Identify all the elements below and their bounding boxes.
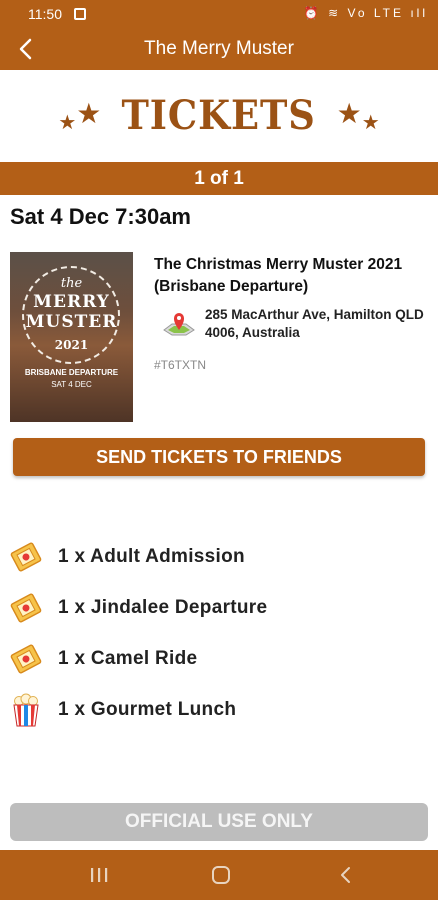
event-image-muster: MUSTER xyxy=(25,312,118,332)
page-title: TICKETS xyxy=(121,91,317,139)
list-item: 1 x Camel Ride xyxy=(10,639,430,679)
event-address[interactable]: 285 MacArthur Ave, Hamilton QLD 4006, Au… xyxy=(205,306,425,342)
event-image-year: 2021 xyxy=(54,338,89,352)
map-pin-icon[interactable] xyxy=(162,310,196,336)
list-item: 1 x Adult Admission xyxy=(10,537,430,577)
event-name: The Christmas Merry Muster 2021 (Brisban… xyxy=(154,256,403,295)
ticket-item-label: 1 x Adult Admission xyxy=(58,546,245,567)
chevron-left-icon xyxy=(341,867,350,883)
order-code: #T6TXTN xyxy=(154,358,207,372)
popcorn-icon xyxy=(13,693,39,727)
notification-icon xyxy=(74,8,86,20)
list-item: 1 x Jindalee Departure xyxy=(10,588,430,628)
event-image: the MERRY MUSTER 2021 BRISBANE DEPARTURE… xyxy=(10,252,133,422)
star-icon: ★ xyxy=(336,97,362,129)
ticket-item-label: 1 x Camel Ride xyxy=(58,648,198,669)
recent-apps-icon xyxy=(91,868,108,882)
system-status-icons: ⏰ ≋ Vo LTE ıll xyxy=(303,6,428,20)
ticket-icon xyxy=(10,593,42,623)
event-image-merry: MERRY xyxy=(33,292,110,312)
ticket-pager: 1 of 1 xyxy=(0,162,438,195)
star-icon: ★ xyxy=(76,97,102,129)
tickets-header: ★ ★ TICKETS ★ ★ xyxy=(0,70,438,160)
status-bar: 11:50 ⏰ ≋ Vo LTE ıll xyxy=(0,0,438,28)
event-image-departure: BRISBANE DEPARTURE xyxy=(24,368,119,377)
list-item: 1 x Gourmet Lunch xyxy=(10,690,430,730)
system-navigation-bar xyxy=(0,850,438,900)
event-image-date: SAT 4 DEC xyxy=(51,380,92,389)
app-bar: The Merry Muster xyxy=(0,28,438,70)
event-image-the: the xyxy=(60,276,83,291)
star-icon: ★ xyxy=(58,111,77,134)
app-title: The Merry Muster xyxy=(144,38,294,59)
ticket-item-label: 1 x Jindalee Departure xyxy=(58,597,268,618)
system-back-button[interactable] xyxy=(330,862,360,888)
event-date: Sat 4 Dec 7:30am xyxy=(10,204,191,229)
home-icon xyxy=(212,866,230,884)
ticket-icon xyxy=(10,542,42,572)
star-icon: ★ xyxy=(361,111,380,134)
home-button[interactable] xyxy=(206,862,236,888)
send-tickets-button[interactable]: SEND TICKETS TO FRIENDS xyxy=(13,438,425,476)
ticket-icon xyxy=(10,644,42,674)
recent-apps-button[interactable] xyxy=(84,862,114,888)
official-use-button[interactable]: OFFICIAL USE ONLY xyxy=(10,803,428,841)
status-time: 11:50 xyxy=(28,6,62,22)
ticket-item-label: 1 x Gourmet Lunch xyxy=(58,699,237,720)
